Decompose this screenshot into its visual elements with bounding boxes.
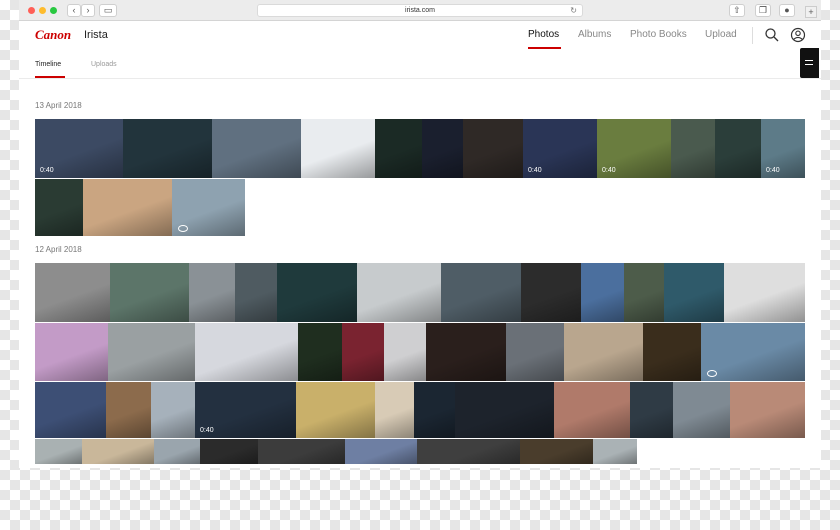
photo-thumbnail[interactable] [154,439,200,464]
photo-thumbnail[interactable] [422,119,463,178]
browser-window: ‹ › ▭ irista.com ↻ ⇧ ❐ ● Canon Irista Ph… [19,0,821,468]
account-icon[interactable] [790,27,806,43]
photo-thumbnail[interactable] [123,119,212,178]
photo-thumbnail[interactable] [673,382,730,438]
photo-thumbnail[interactable] [200,439,258,464]
photo-thumbnail[interactable] [189,263,235,322]
photo-thumbnail[interactable] [35,263,110,322]
photo-thumbnail[interactable] [298,323,342,381]
photo-thumbnail[interactable] [342,323,384,381]
photo-thumbnail[interactable] [345,439,417,464]
photo-thumbnail[interactable] [82,439,154,464]
photo-thumbnail[interactable] [724,263,805,322]
photo-thumbnail[interactable] [172,179,245,236]
share-icon[interactable]: ⇧ [729,4,745,17]
photo-thumbnail[interactable] [643,323,701,381]
zoom-window-button[interactable] [50,7,57,14]
photo-thumbnail[interactable] [564,323,643,381]
photo-thumbnail[interactable] [671,119,715,178]
active-tab-indicator [35,76,65,78]
add-tab-button[interactable]: + [805,6,817,18]
photo-thumbnail[interactable] [35,179,83,236]
photo-thumbnail[interactable] [277,263,357,322]
photo-thumbnail[interactable] [506,323,564,381]
video-thumbnail[interactable]: 0:40 [523,119,597,178]
photo-thumbnail[interactable] [357,263,441,322]
app-header: Canon Irista Photos Albums Photo Books U… [19,21,821,50]
photo-thumbnail[interactable] [258,439,345,464]
video-duration: 0:40 [40,167,54,174]
photo-thumbnail[interactable] [664,263,724,322]
url-text: irista.com [405,7,435,14]
panorama-icon [707,370,717,377]
photo-thumbnail[interactable] [417,439,520,464]
canon-logo[interactable]: Canon [35,27,71,43]
photo-thumbnail[interactable] [521,263,581,322]
photo-thumbnail[interactable] [212,119,301,178]
photo-thumbnail[interactable] [715,119,761,178]
photo-thumbnail[interactable] [384,323,426,381]
reload-icon[interactable]: ↻ [570,5,577,16]
side-menu-button[interactable] [800,48,819,78]
photo-thumbnail[interactable] [441,263,521,322]
photo-thumbnail[interactable] [581,263,624,322]
nav-photo-books[interactable]: Photo Books [630,29,687,40]
video-thumbnail[interactable]: 0:40 [761,119,805,178]
photo-thumbnail[interactable] [35,439,82,464]
photo-thumbnail[interactable] [375,119,422,178]
nav-photos[interactable]: Photos [528,29,559,40]
photo-thumbnail[interactable] [630,382,673,438]
browser-toolbar: ‹ › ▭ irista.com ↻ ⇧ ❐ ● [19,0,821,21]
address-bar[interactable]: irista.com ↻ [257,4,583,17]
video-thumbnail[interactable]: 0:40 [597,119,671,178]
tabs-icon[interactable]: ❐ [755,4,771,17]
photo-thumbnail[interactable] [520,439,593,464]
photo-thumbnail[interactable] [108,323,195,381]
tab-uploads[interactable]: Uploads [91,61,117,68]
chevron-left-icon[interactable]: ‹ [67,4,81,17]
photo-thumbnail[interactable] [375,382,414,438]
section-date: 12 April 2018 [35,245,82,254]
download-icon[interactable]: ● [779,4,795,17]
photo-thumbnail[interactable] [35,382,106,438]
photo-thumbnail[interactable] [593,439,637,464]
photo-thumbnail[interactable] [624,263,664,322]
tab-timeline[interactable]: Timeline [35,61,61,68]
sidebar-toggle-icon[interactable]: ▭ [99,4,117,17]
photo-thumbnail[interactable] [554,382,630,438]
photo-thumbnail[interactable] [414,382,455,438]
video-thumbnail[interactable]: 0:40 [35,119,123,178]
search-icon[interactable] [764,27,780,43]
app-name: Irista [84,29,108,41]
video-duration: 0:40 [766,167,780,174]
photo-thumbnail[interactable] [195,323,298,381]
photo-thumbnail[interactable] [235,263,277,322]
panorama-icon [178,225,188,232]
section-date: 13 April 2018 [35,101,82,110]
photo-thumbnail[interactable] [151,382,195,438]
active-nav-indicator [528,47,561,49]
photo-thumbnail[interactable] [83,179,172,236]
chevron-right-icon[interactable]: › [81,4,95,17]
close-window-button[interactable] [28,7,35,14]
video-duration: 0:40 [528,167,542,174]
video-duration: 0:40 [200,427,214,434]
photo-thumbnail[interactable] [426,323,506,381]
photo-thumbnail[interactable] [106,382,151,438]
photo-thumbnail[interactable] [35,323,108,381]
video-thumbnail[interactable]: 0:40 [195,382,296,438]
photo-thumbnail[interactable] [296,382,375,438]
nav-upload[interactable]: Upload [705,29,737,40]
nav-divider [752,27,753,44]
photo-thumbnail[interactable] [730,382,805,438]
photo-thumbnail[interactable] [110,263,189,322]
nav-albums[interactable]: Albums [578,29,611,40]
photo-thumbnail[interactable] [701,323,805,381]
photo-thumbnail[interactable] [455,382,554,438]
timeline-subnav: Timeline Uploads [19,50,821,79]
photo-thumbnail[interactable] [301,119,375,178]
minimize-window-button[interactable] [39,7,46,14]
photo-thumbnail[interactable] [463,119,523,178]
video-duration: 0:40 [602,167,616,174]
